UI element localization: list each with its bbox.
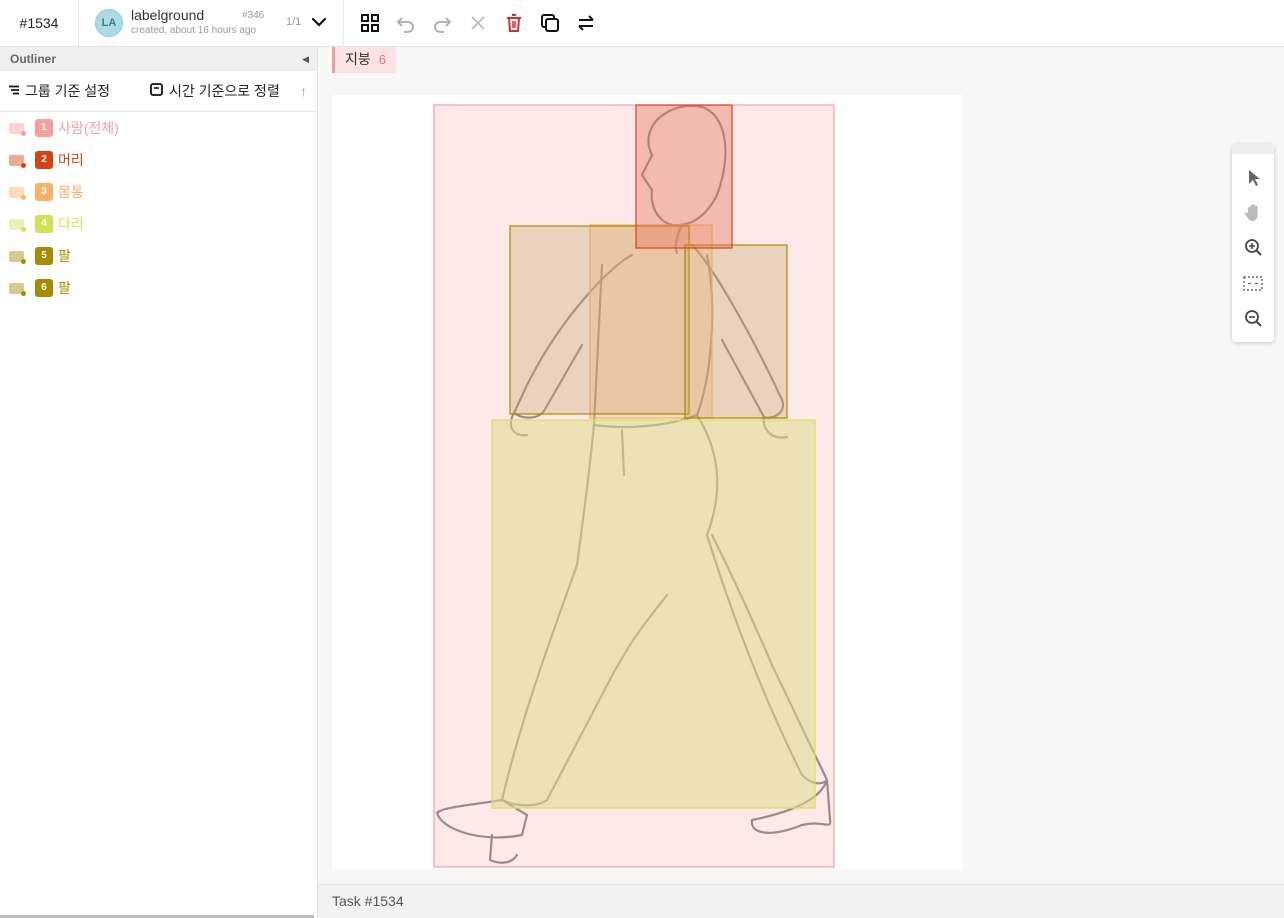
bbox-arm-left[interactable] bbox=[509, 225, 690, 415]
fit-screen-icon[interactable] bbox=[1242, 272, 1264, 294]
created-timestamp: created, about 16 hours ago bbox=[131, 25, 257, 36]
zoom-in-icon[interactable] bbox=[1242, 236, 1264, 258]
pointer-icon[interactable] bbox=[1242, 166, 1264, 188]
class-count: 6 bbox=[378, 52, 386, 67]
outliner-title: Outliner bbox=[10, 52, 57, 66]
hand-icon[interactable] bbox=[1242, 201, 1264, 223]
class-tag[interactable]: 지붕 6 bbox=[332, 47, 396, 73]
label-number: 4 bbox=[35, 215, 53, 233]
annotation-canvas-area: 지붕 6 bbox=[318, 47, 1284, 884]
list-icon bbox=[8, 83, 20, 99]
swap-icon[interactable] bbox=[575, 12, 597, 34]
zoom-out-icon[interactable] bbox=[1242, 307, 1264, 329]
label-name: 팔 bbox=[58, 280, 71, 296]
bbox-icon bbox=[8, 152, 28, 168]
redo-icon[interactable] bbox=[431, 12, 453, 34]
outliner-panel: Outliner ◀ 그룹 기준 설정 시간 기준으로 정렬 ↑ 1 사람(전체… bbox=[0, 47, 318, 918]
label-item[interactable]: 6 팔 bbox=[0, 272, 317, 304]
status-footer: Task #1534 bbox=[318, 884, 1284, 918]
label-number: 1 bbox=[35, 119, 53, 137]
page-count: 1/1 bbox=[286, 16, 302, 28]
label-name: 머리 bbox=[58, 152, 84, 168]
task-id: #1534 bbox=[0, 0, 79, 46]
annotation-svg[interactable] bbox=[332, 95, 963, 869]
label-item[interactable]: 1 사람(전체) bbox=[0, 112, 317, 144]
label-item[interactable]: 4 다리 bbox=[0, 208, 317, 240]
label-item[interactable]: 5 팔 bbox=[0, 240, 317, 272]
label-name: 몸통 bbox=[58, 184, 84, 200]
sort-by-time-button[interactable]: 시간 기준으로 정렬 bbox=[150, 81, 280, 101]
outliner-controls: 그룹 기준 설정 시간 기준으로 정렬 ↑ bbox=[0, 71, 317, 112]
outliner-header: Outliner ◀ bbox=[0, 47, 317, 71]
sort-label: 시간 기준으로 정렬 bbox=[169, 83, 280, 99]
avatar[interactable]: LA bbox=[95, 9, 123, 37]
label-number: 3 bbox=[35, 183, 53, 201]
undo-icon[interactable] bbox=[395, 12, 417, 34]
chevron-down-icon[interactable] bbox=[309, 12, 329, 32]
label-name: 팔 bbox=[58, 248, 71, 264]
group-by-button[interactable]: 그룹 기준 설정 bbox=[8, 81, 110, 101]
label-item[interactable]: 3 몸통 bbox=[0, 176, 317, 208]
bbox-icon bbox=[8, 280, 28, 296]
label-number: 5 bbox=[35, 247, 53, 265]
bbox-legs[interactable] bbox=[491, 419, 816, 809]
sort-icon bbox=[150, 83, 163, 99]
delete-icon[interactable] bbox=[503, 12, 525, 34]
bbox-icon bbox=[8, 216, 28, 232]
bbox-icon bbox=[8, 248, 28, 264]
annotated-image[interactable] bbox=[332, 95, 963, 869]
label-number: 6 bbox=[35, 279, 53, 297]
label-item[interactable]: 2 머리 bbox=[0, 144, 317, 176]
task-label: Task #1534 bbox=[332, 893, 404, 909]
label-number: 2 bbox=[35, 151, 53, 169]
top-bar: #1534 LA labelground created, about 16 h… bbox=[0, 0, 1284, 47]
sort-direction-icon[interactable]: ↑ bbox=[300, 83, 307, 99]
bbox-icon bbox=[8, 120, 28, 136]
project-number: #346 bbox=[242, 10, 265, 21]
label-name: 다리 bbox=[58, 216, 84, 232]
class-name: 지붕 bbox=[345, 51, 371, 67]
bbox-arm-right[interactable] bbox=[684, 244, 788, 419]
group-by-label: 그룹 기준 설정 bbox=[25, 83, 111, 99]
project-name[interactable]: labelground bbox=[131, 7, 204, 23]
zoom-controls bbox=[1232, 144, 1274, 342]
bbox-icon bbox=[8, 184, 28, 200]
toolbar-divider bbox=[343, 0, 344, 46]
collapse-icon[interactable]: ◀ bbox=[302, 47, 309, 71]
label-name: 사람(전체) bbox=[58, 120, 119, 136]
label-list: 1 사람(전체) 2 머리 3 몸통 4 다리 5 팔 6 팔 bbox=[0, 112, 317, 304]
grid-icon[interactable] bbox=[359, 12, 381, 34]
copy-icon[interactable] bbox=[539, 12, 561, 34]
close-icon[interactable] bbox=[467, 12, 489, 34]
bbox-head[interactable] bbox=[635, 104, 733, 249]
